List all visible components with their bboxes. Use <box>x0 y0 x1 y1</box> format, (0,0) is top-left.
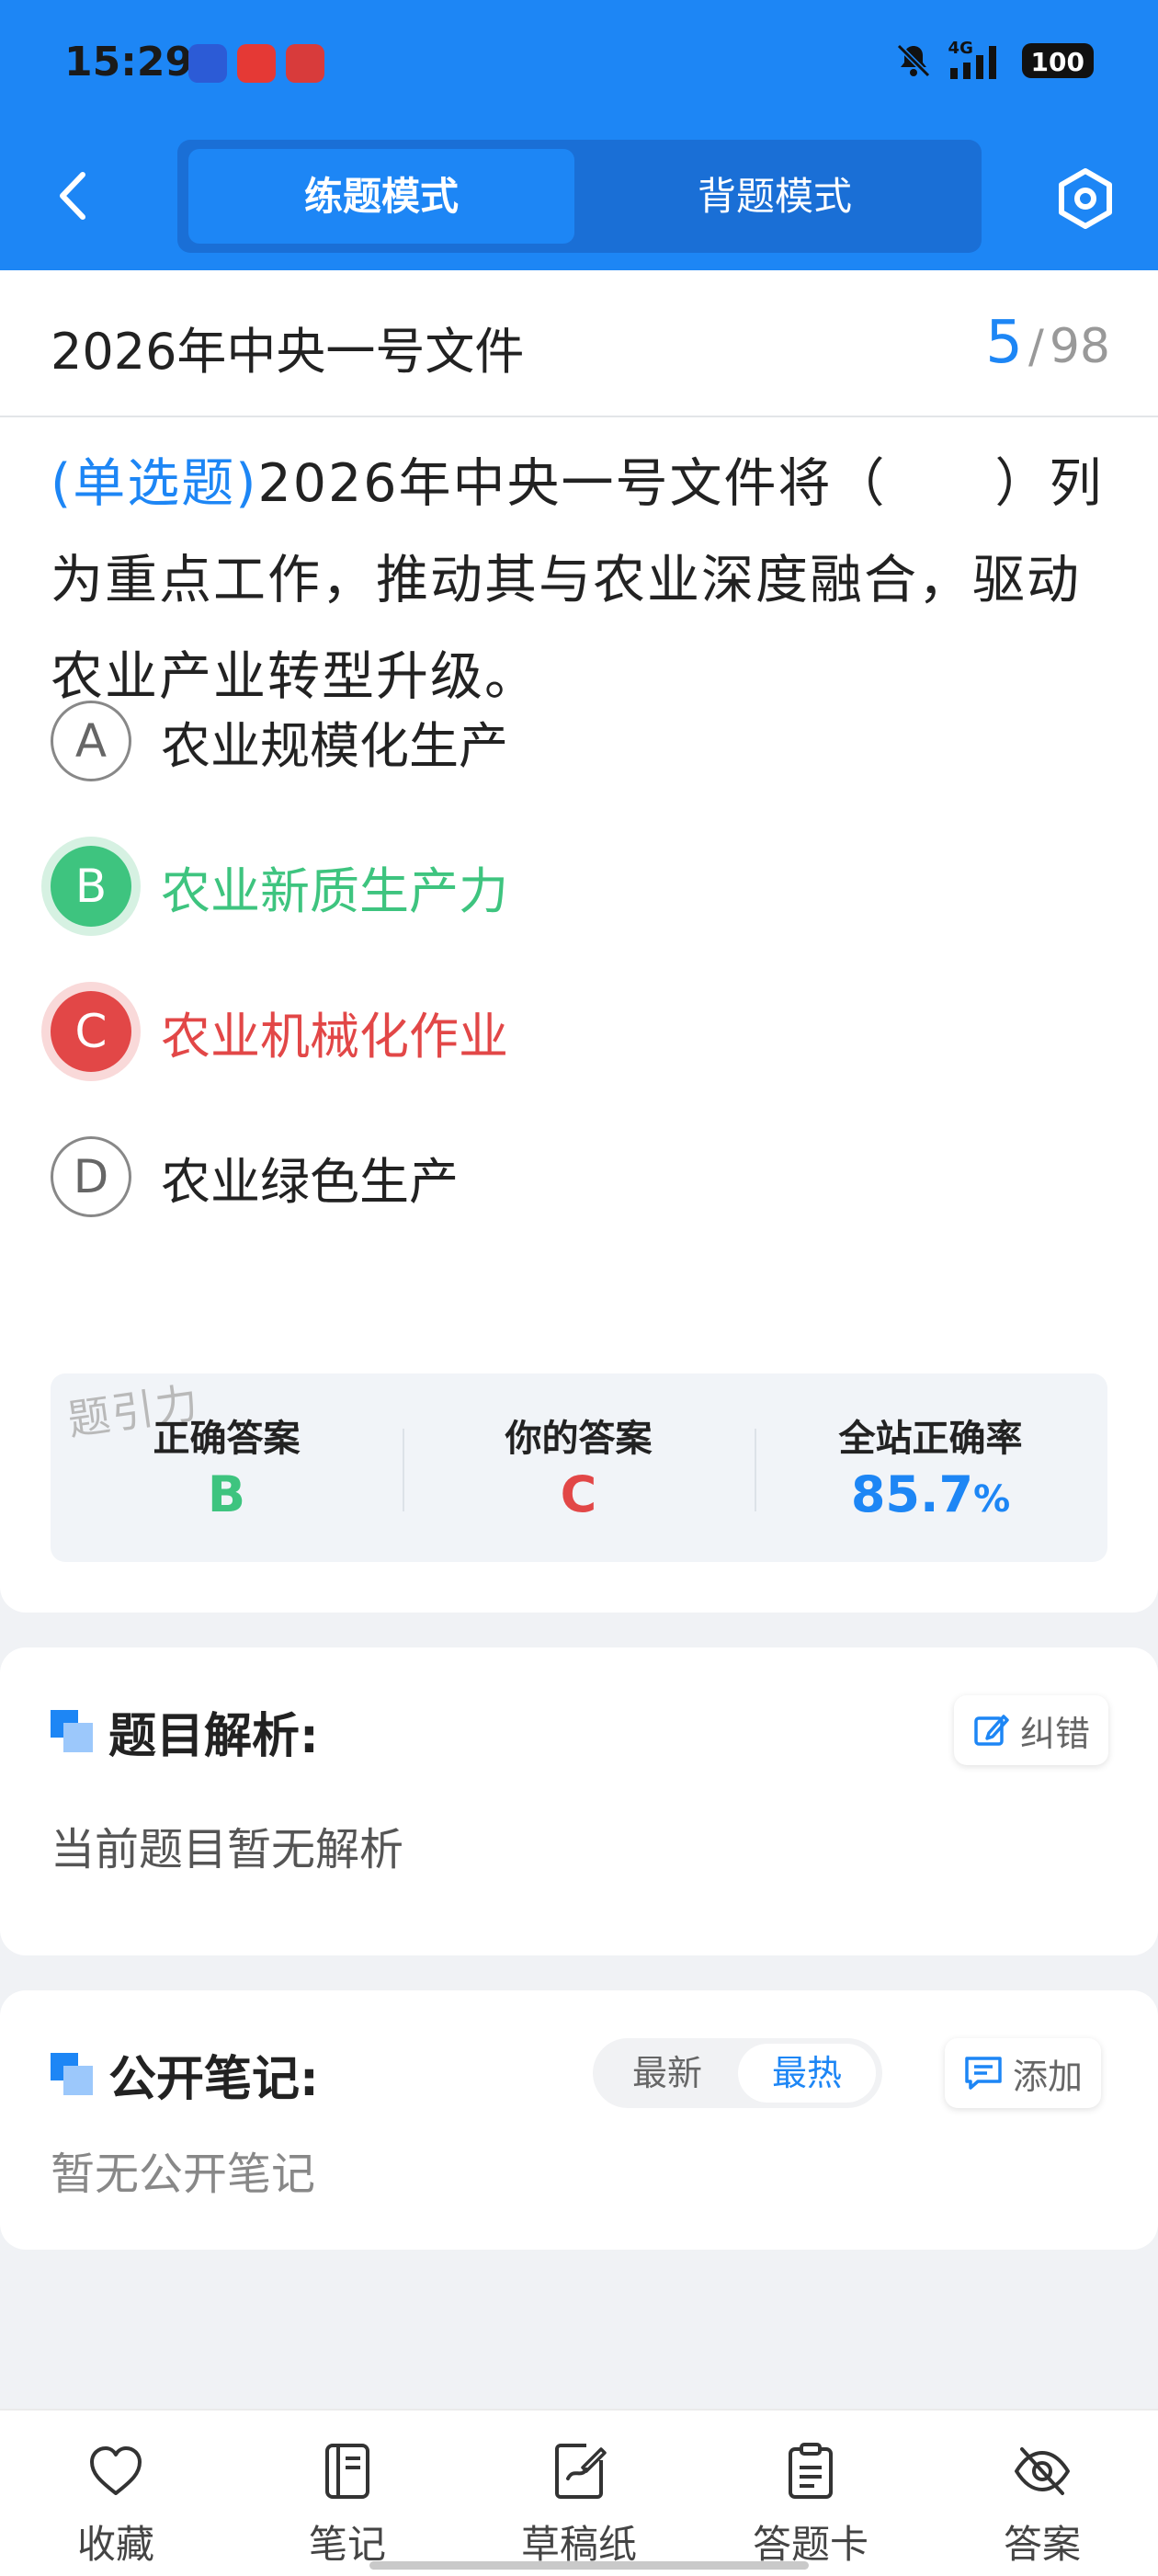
option-letter: B <box>51 846 131 927</box>
rate-number: 85.7 <box>850 1465 974 1523</box>
note-add-icon <box>965 2057 1002 2090</box>
title-row: 2026年中央一号文件 5/98 <box>0 270 1158 417</box>
question-progress[interactable]: 5/98 <box>985 309 1110 377</box>
nav-label: 收藏 <box>76 2522 154 2567</box>
stat-label: 正确答案 <box>153 1418 301 1460</box>
stat-your-answer: 你的答案 C <box>403 1373 755 1562</box>
add-note-label: 添加 <box>1013 2056 1084 2097</box>
home-indicator[interactable] <box>369 2561 809 2570</box>
stat-label: 你的答案 <box>505 1418 653 1460</box>
status-right: 4G 100 <box>893 40 1094 81</box>
document-title: 2026年中央一号文件 <box>51 323 525 381</box>
option-letter: C <box>51 991 131 1072</box>
report-error-label: 纠错 <box>1020 1713 1091 1754</box>
nav-answer-card[interactable]: 答题卡 <box>719 2411 903 2576</box>
option-b[interactable]: B 农业新质生产力 <box>51 845 508 928</box>
status-time: 15:29 <box>64 39 194 85</box>
eye-off-icon <box>1015 2447 1070 2495</box>
notes-title: 公开笔记: <box>108 2052 319 2107</box>
total-question-count: 98 <box>1049 319 1110 374</box>
option-text: 农业绿色生产 <box>161 1152 459 1211</box>
chevron-left-icon <box>60 172 85 220</box>
add-note-button[interactable]: 添加 <box>945 2038 1102 2108</box>
nav-favorite[interactable]: 收藏 <box>24 2411 208 2576</box>
status-bar: 15:29 4G 100 <box>0 0 1158 129</box>
option-text: 农业机械化作业 <box>161 1007 508 1066</box>
option-text: 农业新质生产力 <box>161 861 508 920</box>
nav-scratch-paper[interactable]: 草稿纸 <box>487 2411 671 2576</box>
question-type: (单选题) <box>51 453 258 514</box>
notebook-icon <box>325 2444 369 2499</box>
stat-value: B <box>207 1465 246 1523</box>
option-d[interactable]: D 农业绿色生产 <box>51 1135 459 1218</box>
sort-hottest[interactable]: 最热 <box>738 2044 876 2103</box>
notes-body: 暂无公开笔记 <box>51 2149 316 2200</box>
notification-app-icon-2 <box>237 44 276 83</box>
tab-practice-mode[interactable]: 练题模式 <box>188 149 574 244</box>
mode-switch: 练题模式 背题模式 <box>177 140 982 253</box>
stat-value: 85.7% <box>755 1465 1107 1523</box>
option-a[interactable]: A 农业规模化生产 <box>51 700 508 782</box>
option-letter: D <box>51 1136 131 1217</box>
notes-sort-switch: 最新 最热 <box>593 2038 882 2108</box>
edit-icon <box>974 1715 1009 1746</box>
option-c[interactable]: C 农业机械化作业 <box>51 990 508 1073</box>
heart-icon <box>90 2446 142 2495</box>
tab-review-mode[interactable]: 背题模式 <box>582 149 968 244</box>
stat-correct-answer: 正确答案 B <box>51 1373 403 1562</box>
question-stem: (单选题)2026年中央一号文件将（ ）列为重点工作，推动其与农业深度融合，驱动… <box>51 436 1107 725</box>
notes-card: 公开笔记: 最新 最热 添加 暂无公开笔记 <box>0 1990 1158 2250</box>
stat-accuracy-rate: 全站正确率 85.7% <box>755 1373 1107 1562</box>
progress-separator: / <box>1027 320 1044 373</box>
notification-app-icon-1 <box>188 44 227 83</box>
settings-hexagon-icon <box>1059 168 1112 229</box>
option-letter: A <box>51 701 131 781</box>
notification-app-icon-3 <box>286 44 324 83</box>
stat-value: C <box>560 1465 597 1523</box>
battery-indicator: 100 <box>1021 43 1094 78</box>
network-indicator: 4G <box>948 40 1007 81</box>
clipboard-icon <box>789 2443 833 2499</box>
nav-label: 答案 <box>1003 2522 1081 2567</box>
section-marker-icon <box>51 2053 93 2095</box>
current-question-number: 5 <box>985 309 1023 377</box>
bottom-nav: 收藏 笔记 草稿纸 答题卡 答案 <box>0 2409 1158 2576</box>
app-header: 15:29 4G 100 练题模式 背题模式 <box>0 0 1158 270</box>
stat-label: 全站正确率 <box>838 1418 1023 1460</box>
analysis-card: 题目解析: 纠错 当前题目暂无解析 <box>0 1647 1158 1955</box>
bell-muted-icon <box>896 43 930 78</box>
scratch-pad-icon <box>555 2444 607 2499</box>
nav-notes[interactable]: 笔记 <box>255 2411 439 2576</box>
section-marker-icon <box>51 1710 93 1752</box>
question-card: 2026年中央一号文件 5/98 (单选题)2026年中央一号文件将（ ）列为重… <box>0 270 1158 1613</box>
rate-unit: % <box>973 1478 1011 1521</box>
settings-button[interactable] <box>1052 165 1118 232</box>
signal-icon <box>949 46 996 79</box>
analysis-title: 题目解析: <box>108 1709 319 1764</box>
report-error-button[interactable]: 纠错 <box>954 1695 1109 1765</box>
answer-stats: 题引力 正确答案 B 你的答案 C 全站正确率 85.7% <box>51 1373 1107 1562</box>
back-button[interactable] <box>46 164 101 228</box>
option-text: 农业规模化生产 <box>161 716 508 775</box>
sort-newest[interactable]: 最新 <box>598 2044 736 2103</box>
analysis-body: 当前题目暂无解析 <box>51 1824 404 1875</box>
nav-show-answer[interactable]: 答案 <box>950 2411 1134 2576</box>
